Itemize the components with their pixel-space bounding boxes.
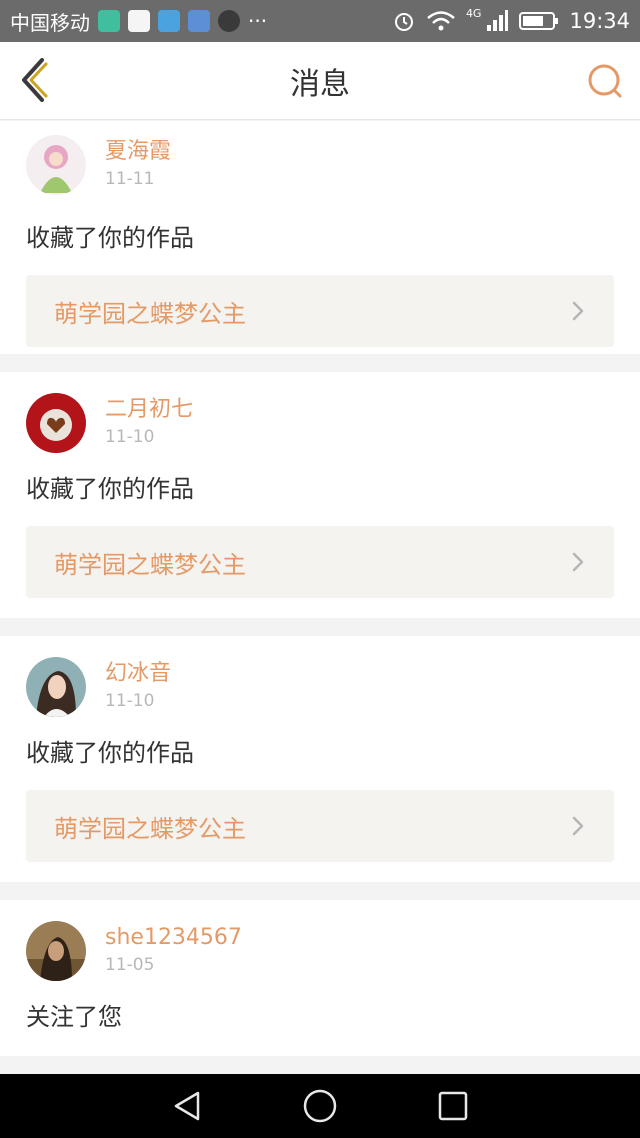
- network-type-label: 4G: [465, 6, 482, 20]
- sender-name[interactable]: 夏海霞: [105, 138, 171, 166]
- back-button[interactable]: [14, 56, 60, 106]
- notification-action: 收藏了你的作品: [26, 475, 194, 503]
- chevron-right-icon: [572, 816, 584, 836]
- notification-date: 11-10: [105, 691, 155, 711]
- search-icon: [588, 64, 622, 98]
- work-title: 萌学园之蝶梦公主: [54, 814, 246, 843]
- work-link[interactable]: 萌学园之蝶梦公主: [26, 275, 614, 347]
- avatar[interactable]: [26, 921, 86, 981]
- sender-name[interactable]: 二月初七: [105, 396, 193, 424]
- system-nav-bar: [0, 1074, 640, 1138]
- more-notifications-icon: ···: [248, 9, 268, 33]
- carrier-label: 中国移动: [10, 10, 90, 35]
- avatar[interactable]: [26, 393, 86, 453]
- battery-icon: [519, 12, 559, 30]
- app-notification-icon: [158, 10, 180, 32]
- notification-action: 关注了您: [26, 1003, 122, 1031]
- notification-item: 幻冰音 11-10 收藏了你的作品 萌学园之蝶梦公主: [0, 636, 640, 882]
- status-bar: 中国移动 ··· 4G 19:34: [0, 0, 640, 42]
- page-title: 消息: [290, 66, 350, 102]
- chevron-right-icon: [572, 552, 584, 572]
- search-button[interactable]: [584, 60, 626, 102]
- work-title: 萌学园之蝶梦公主: [54, 550, 246, 579]
- nav-home-button[interactable]: [300, 1086, 340, 1126]
- chevron-right-icon: [572, 301, 584, 321]
- app-notification-icon: [128, 10, 150, 32]
- chevron-left-icon: [22, 58, 48, 102]
- signal-icon: [487, 10, 509, 31]
- triangle-back-icon: [174, 1091, 199, 1121]
- notification-date: 11-11: [105, 169, 155, 189]
- work-link[interactable]: 萌学园之蝶梦公主: [26, 526, 614, 598]
- notification-action: 收藏了你的作品: [26, 224, 194, 252]
- notification-item: 夏海霞 11-11 收藏了你的作品 萌学园之蝶梦公主: [0, 121, 640, 354]
- avatar[interactable]: [26, 657, 86, 717]
- notification-list: 夏海霞 11-11 收藏了你的作品 萌学园之蝶梦公主 二月初七 11-10 收藏…: [0, 121, 640, 1074]
- notification-item: she1234567 11-05 关注了您: [0, 900, 640, 1056]
- work-link[interactable]: 萌学园之蝶梦公主: [26, 790, 614, 862]
- app-notification-icon: [218, 10, 240, 32]
- work-title: 萌学园之蝶梦公主: [54, 299, 246, 328]
- notification-date: 11-10: [105, 427, 155, 447]
- sender-name[interactable]: 幻冰音: [105, 660, 171, 688]
- circle-home-icon: [303, 1089, 337, 1123]
- nav-back-button[interactable]: [167, 1086, 207, 1126]
- square-recents-icon: [439, 1091, 468, 1121]
- app-header: 消息: [0, 42, 640, 120]
- sender-name[interactable]: she1234567: [105, 924, 242, 952]
- alarm-icon: [394, 13, 413, 31]
- app-notification-icon: [98, 10, 120, 32]
- clock: 19:34: [569, 9, 630, 33]
- wifi-icon: [427, 11, 455, 31]
- notification-item: 二月初七 11-10 收藏了你的作品 萌学园之蝶梦公主: [0, 372, 640, 618]
- avatar[interactable]: [26, 135, 86, 195]
- notification-action: 收藏了你的作品: [26, 739, 194, 767]
- nav-recents-button[interactable]: [433, 1086, 473, 1126]
- notification-date: 11-05: [105, 955, 155, 975]
- app-notification-icon: [188, 10, 210, 32]
